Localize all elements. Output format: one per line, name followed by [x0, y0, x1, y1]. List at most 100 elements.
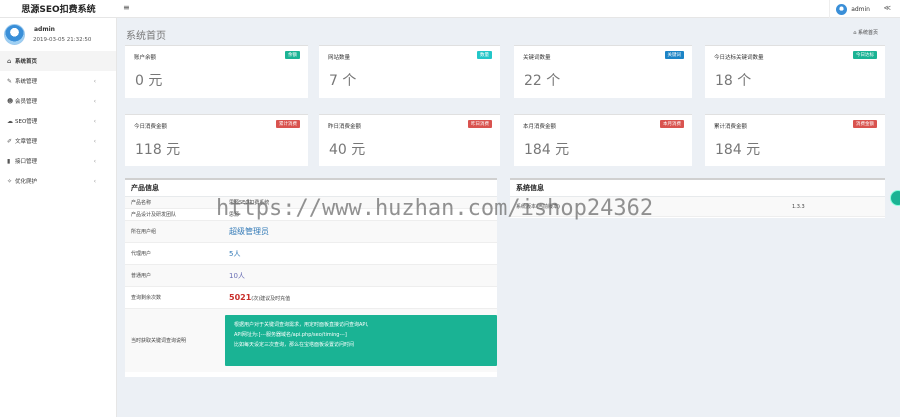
sidebar-item-label: 系统首页 — [15, 59, 38, 65]
stat-value: 0 元 — [135, 73, 163, 89]
app-logo[interactable]: 思源SEO扣费系统 — [0, 0, 117, 18]
floating-chat-button[interactable] — [890, 190, 900, 206]
menu-toggle-icon[interactable]: ≡ — [123, 3, 130, 12]
stat-title: 本月消费金额 — [523, 124, 557, 130]
sidebar-item-system[interactable]: ✎ 系统管理 ‹ — [0, 71, 116, 91]
stat-value: 184 元 — [524, 142, 570, 158]
stat-value: 22 个 — [524, 73, 561, 89]
top-navbar: ≡ admin ≪ — [117, 0, 900, 18]
table-row: 代理用户 5人 — [125, 243, 497, 265]
app-title: 思源SEO扣费系统 — [21, 5, 96, 15]
row-key: 普通用户 — [131, 273, 152, 279]
row-value: 1.3.3 — [792, 203, 805, 210]
stat-card-keywords: 关键词数量 关键词 22 个 — [514, 45, 692, 98]
row-key: 当时获取关键词查询说明 — [131, 338, 187, 344]
stat-card-sites: 网站数量 数量 7 个 — [319, 45, 500, 98]
stat-title: 账户余额 — [134, 55, 157, 61]
status-badge: 余额 — [285, 51, 300, 59]
table-row: 所在用户组 超级管理员 — [125, 221, 497, 243]
page-title: 系统首页 — [126, 31, 166, 42]
status-badge: 关键词 — [664, 51, 684, 59]
panel-title: 产品信息 — [125, 180, 497, 197]
stat-card-yesterday-spend: 昨日消费金额 昨日消费 40 元 — [319, 114, 500, 166]
agent-count-value: 5人 — [229, 249, 241, 258]
instruction-line: API网址为:[---服务器域名/api.php/seo/timing---] — [234, 332, 347, 338]
table-row: 查询剩余次数 5021(次)建议及时充值 — [125, 287, 497, 309]
stat-value: 118 元 — [135, 142, 181, 158]
instruction-line: 比如每天设定三次查询，那么在宝塔面板设置访问时间 — [234, 342, 355, 348]
status-badge: 昨日消费 — [468, 120, 492, 128]
sidebar-item-label: 会员管理 — [15, 99, 38, 105]
cloud-icon: ☁ — [7, 117, 13, 125]
sidebar: admin 2019-03-05 21:32:50 ⌂ 系统首页 ✎ 系统管理 … — [0, 18, 117, 417]
edit-icon: ✐ — [7, 137, 13, 145]
stat-card-total-spend: 累计消费金额 消费金额 184 元 — [705, 114, 885, 166]
stat-card-today-reached: 今日达标关键词数量 今日达标 18 个 — [705, 45, 885, 98]
stat-title: 今日达标关键词数量 — [714, 55, 764, 61]
stat-value: 18 个 — [715, 73, 752, 89]
sidebar-item-label: 文章管理 — [15, 139, 38, 145]
table-row: 普通用户 10人 — [125, 265, 497, 287]
stat-card-today-spend: 今日消费金额 累计消费 118 元 — [125, 114, 308, 166]
instruction-line: 根据用户对于关键词查询需求，用定时面板直接访问查询API, — [234, 322, 369, 328]
stat-title: 网站数量 — [328, 55, 351, 61]
chevron-left-icon: ‹ — [93, 97, 96, 105]
sidebar-item-label: SEO管理 — [15, 119, 38, 125]
stat-title: 累计消费金额 — [714, 124, 748, 130]
sidebar-item-label: 优化爬护 — [15, 179, 38, 185]
share-icon[interactable]: ≪ — [884, 4, 891, 12]
user-panel: admin 2019-03-05 21:32:50 — [0, 18, 116, 51]
top-username: admin — [851, 5, 870, 13]
stat-value: 40 元 — [329, 142, 366, 158]
home-icon: ⌂ — [853, 30, 857, 36]
product-info-table: 产品名称 思源SEO扣费系统 产品设计及研发团队 思源 所在用户组 超级管理员 … — [125, 197, 497, 372]
avatar — [836, 3, 848, 15]
stat-value: 184 元 — [715, 142, 761, 158]
query-remaining-suffix: (次)建议及时充值 — [251, 296, 291, 302]
user-group-value: 超级管理员 — [229, 227, 269, 236]
sidebar-item-api[interactable]: ▮ 接口管理 ‹ — [0, 151, 116, 171]
sidebar-item-members[interactable]: ☻ 会员管理 ‹ — [0, 91, 116, 111]
chevron-left-icon: ‹ — [93, 137, 96, 145]
stat-card-balance: 账户余额 余额 0 元 — [125, 45, 308, 98]
breadcrumb[interactable]: ⌂ 系统首页 — [853, 29, 878, 36]
query-remaining-value: 5021 — [229, 293, 252, 302]
stat-card-month-spend: 本月消费金额 本月消费 184 元 — [514, 114, 692, 166]
chevron-left-icon: ‹ — [93, 157, 96, 165]
stat-value: 7 个 — [329, 73, 357, 89]
chart-icon: ▮ — [7, 157, 11, 165]
status-badge: 数量 — [477, 51, 492, 59]
breadcrumb-label: 系统首页 — [857, 30, 878, 36]
row-key: 所在用户组 — [131, 229, 157, 235]
top-user-menu[interactable]: admin — [829, 0, 870, 18]
users-icon: ☻ — [7, 97, 14, 105]
row-key: 代理用户 — [131, 251, 152, 257]
row-key: 查询剩余次数 — [131, 295, 162, 301]
status-badge: 今日达标 — [853, 51, 877, 59]
sidebar-item-optimize[interactable]: ✧ 优化爬护 ‹ — [0, 171, 116, 191]
normal-user-count-value: 10人 — [229, 271, 245, 280]
row-key: 产品名称 — [131, 200, 152, 206]
wrench-icon: ✎ — [7, 77, 13, 85]
chevron-left-icon: ‹ — [93, 177, 96, 185]
sidebar-item-label: 接口管理 — [15, 159, 38, 165]
stat-title: 今日消费金额 — [134, 124, 168, 130]
user-name: admin — [34, 26, 55, 33]
panel-title: 系统信息 — [510, 180, 885, 197]
status-badge: 本月消费 — [660, 120, 684, 128]
sidebar-item-seo[interactable]: ☁ SEO管理 ‹ — [0, 111, 116, 131]
stat-title: 关键词数量 — [523, 55, 551, 61]
status-badge: 消费金额 — [853, 120, 877, 128]
status-badge: 累计消费 — [276, 120, 300, 128]
sidebar-nav: ⌂ 系统首页 ✎ 系统管理 ‹ ☻ 会员管理 ‹ ☁ SEO管理 ‹ ✐ 文章管… — [0, 51, 116, 191]
user-avatar — [4, 24, 25, 45]
home-icon: ⌂ — [7, 57, 12, 65]
sidebar-item-articles[interactable]: ✐ 文章管理 ‹ — [0, 131, 116, 151]
query-instructions-box: 根据用户对于关键词查询需求，用定时面板直接访问查询API, API网址为:[--… — [225, 315, 497, 366]
chevron-left-icon: ‹ — [93, 117, 96, 125]
row-key: 产品设计及研发团队 — [131, 212, 177, 218]
magic-icon: ✧ — [7, 177, 13, 185]
sidebar-item-home[interactable]: ⌂ 系统首页 — [0, 51, 116, 71]
stat-title: 昨日消费金额 — [328, 124, 362, 130]
user-login-time: 2019-03-05 21:32:50 — [33, 37, 92, 43]
